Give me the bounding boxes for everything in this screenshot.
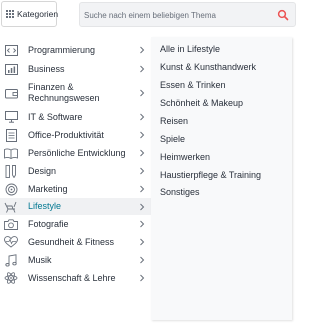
chevron-right-icon [139, 238, 145, 246]
category-item-lifestyle[interactable]: Lifestyle [0, 198, 151, 215]
target-icon [4, 182, 18, 196]
chevron-right-icon [139, 167, 145, 175]
chevron-right-icon [139, 220, 145, 228]
submenu-item-sonstiges[interactable]: Sonstiges [160, 187, 200, 197]
submenu-item-essen[interactable]: Essen & Trinken [160, 80, 226, 90]
chevron-right-icon [139, 65, 145, 73]
submenu-item-spiele[interactable]: Spiele [160, 134, 185, 144]
category-label: Musik [28, 254, 52, 265]
category-item-gesundheit[interactable]: Gesundheit & Fitness [0, 234, 151, 250]
chevron-right-icon [139, 256, 145, 264]
category-item-finanzen[interactable]: Finanzen & Rechnungswesen [0, 80, 151, 106]
category-label: IT & Software [28, 111, 83, 122]
grid-icon [6, 10, 14, 18]
submenu-item-heimwerken[interactable]: Heimwerken [160, 152, 210, 162]
category-label-line2: Rechnungswesen [28, 93, 100, 103]
category-item-fotografie[interactable]: Fotografie [0, 216, 151, 232]
chevron-right-icon [139, 274, 145, 282]
chevron-right-icon [139, 149, 145, 157]
chevron-right-icon [139, 185, 145, 193]
atom-icon [4, 271, 18, 285]
submenu-item-schoenheit[interactable]: Schönheit & Makeup [160, 98, 243, 108]
category-label: Office-Produktivität [28, 129, 104, 140]
categories-button-label: Kategorien [17, 9, 59, 19]
category-item-office[interactable]: Office-Produktivität [0, 127, 151, 143]
chevron-right-icon [139, 89, 145, 97]
lounge-chair-icon [4, 200, 18, 214]
category-label-line1: Finanzen & [28, 82, 74, 92]
category-item-marketing[interactable]: Marketing [0, 181, 151, 197]
category-label: Business [28, 63, 65, 74]
pencil-icon [4, 164, 18, 178]
submenu-item-alle-in-lifestyle[interactable]: Alle in Lifestyle [160, 44, 220, 54]
code-icon [4, 43, 18, 57]
music-note-icon [4, 253, 18, 267]
category-item-design[interactable]: Design [0, 163, 151, 179]
monitor-icon [4, 110, 18, 124]
chevron-right-icon [139, 203, 145, 211]
wallet-icon [4, 86, 18, 100]
document-icon [4, 128, 18, 142]
category-label: Gesundheit & Fitness [28, 236, 115, 247]
category-item-programmierung[interactable]: Programmierung [0, 42, 151, 58]
categories-button[interactable]: Kategorien [1, 1, 59, 27]
category-label: Wissenschaft & Lehre [28, 272, 116, 283]
category-label: Design [28, 165, 57, 176]
category-label: Fotografie [28, 218, 69, 229]
chevron-right-icon [139, 131, 145, 139]
category-label: Lifestyle [28, 201, 62, 211]
submenu-item-haustierpflege[interactable]: Haustierpflege & Training [160, 170, 261, 180]
chart-icon [4, 62, 18, 76]
chevron-right-icon [139, 46, 145, 54]
book-icon [4, 146, 18, 160]
category-list: Programmierung Business Finanzen & Rechn… [0, 37, 151, 320]
heart-pulse-icon [4, 235, 18, 249]
submenu-item-reisen[interactable]: Reisen [160, 116, 188, 126]
chevron-right-icon [139, 113, 145, 121]
category-item-business[interactable]: Business [0, 61, 151, 77]
category-item-persoenliche-entwicklung[interactable]: Persönliche Entwicklung [0, 145, 151, 161]
search-input[interactable] [84, 7, 264, 23]
submenu-item-kunst[interactable]: Kunst & Kunsthandwerk [160, 62, 256, 72]
search-icon[interactable] [277, 9, 289, 21]
category-item-wissenschaft[interactable]: Wissenschaft & Lehre [0, 270, 151, 286]
top-bar: Kategorien [0, 0, 301, 30]
camera-icon [4, 217, 18, 231]
category-label: Programmierung [28, 44, 96, 55]
category-label: Marketing [28, 183, 68, 194]
search-bar [79, 2, 296, 27]
category-label: Persönliche Entwicklung [28, 147, 126, 158]
category-item-it-software[interactable]: IT & Software [0, 109, 151, 125]
category-item-musik[interactable]: Musik [0, 252, 151, 268]
